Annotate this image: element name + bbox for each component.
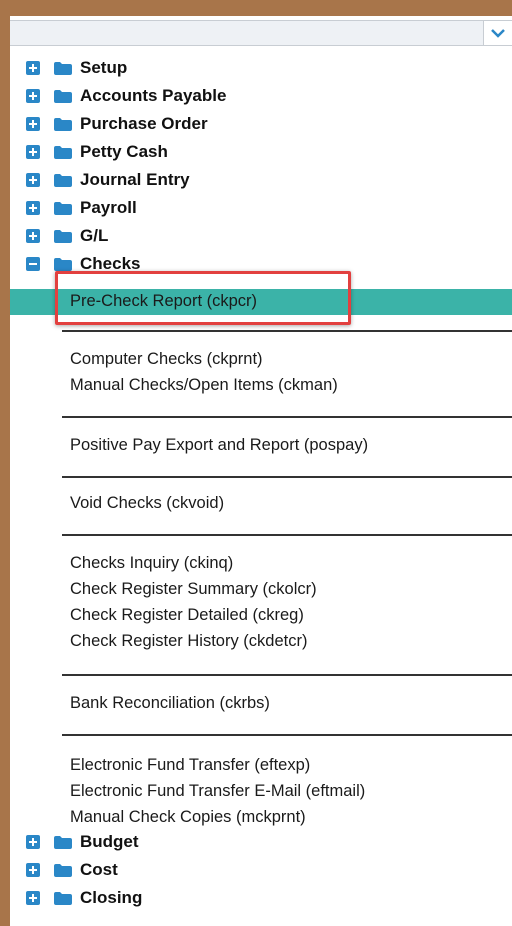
chevron-down-icon bbox=[491, 29, 505, 38]
expand-plus-icon[interactable] bbox=[26, 835, 40, 849]
highlight-annotation-box bbox=[55, 271, 351, 325]
tree-node-label: Purchase Order bbox=[80, 114, 208, 133]
expand-plus-icon[interactable] bbox=[26, 173, 40, 187]
tree-node-label: Payroll bbox=[80, 198, 137, 217]
tree-node-gl[interactable]: G/L bbox=[10, 224, 512, 248]
dropdown-toggle-button[interactable] bbox=[483, 21, 512, 45]
tree-node-petty-cash[interactable]: Petty Cash bbox=[10, 140, 512, 164]
menu-item-check-register-detailed[interactable]: Check Register Detailed (ckreg) bbox=[70, 606, 304, 625]
menu-item-positive-pay[interactable]: Positive Pay Export and Report (pospay) bbox=[70, 436, 368, 455]
expand-plus-icon[interactable] bbox=[26, 61, 40, 75]
separator bbox=[62, 330, 512, 332]
tree-node-purchase-order[interactable]: Purchase Order bbox=[10, 112, 512, 136]
tree-node-label: Cost bbox=[80, 860, 118, 879]
window-frame-left bbox=[0, 0, 10, 926]
tree-node-label: Setup bbox=[80, 58, 128, 77]
tree-node-label: Closing bbox=[80, 888, 143, 907]
menu-item-check-register-summary[interactable]: Check Register Summary (ckolcr) bbox=[70, 580, 317, 599]
menu-item-eft-email[interactable]: Electronic Fund Transfer E-Mail (eftmail… bbox=[70, 782, 365, 801]
separator bbox=[62, 674, 512, 676]
folder-icon bbox=[54, 146, 72, 164]
separator bbox=[62, 476, 512, 478]
tree-node-accounts-payable[interactable]: Accounts Payable bbox=[10, 84, 512, 108]
folder-icon bbox=[54, 62, 72, 80]
expand-plus-icon[interactable] bbox=[26, 145, 40, 159]
tree-node-payroll[interactable]: Payroll bbox=[10, 196, 512, 220]
tree-node-label: Petty Cash bbox=[80, 142, 168, 161]
menu-item-manual-check-copies[interactable]: Manual Check Copies (mckprnt) bbox=[70, 808, 306, 827]
separator bbox=[62, 734, 512, 736]
expand-plus-icon[interactable] bbox=[26, 891, 40, 905]
tree-node-label: Accounts Payable bbox=[80, 86, 227, 105]
folder-icon bbox=[54, 836, 72, 854]
tree-node-label: Budget bbox=[80, 832, 139, 851]
expand-plus-icon[interactable] bbox=[26, 201, 40, 215]
expand-plus-icon[interactable] bbox=[26, 89, 40, 103]
expand-plus-icon[interactable] bbox=[26, 863, 40, 877]
menu-item-check-register-history[interactable]: Check Register History (ckdetcr) bbox=[70, 632, 307, 651]
menu-item-bank-reconciliation[interactable]: Bank Reconciliation (ckrbs) bbox=[70, 694, 270, 713]
collapse-minus-icon[interactable] bbox=[26, 257, 40, 271]
folder-icon bbox=[54, 864, 72, 882]
folder-icon bbox=[54, 118, 72, 136]
tree-node-cost[interactable]: Cost bbox=[10, 858, 512, 882]
tree-node-closing[interactable]: Closing bbox=[10, 886, 512, 910]
menu-item-void-checks[interactable]: Void Checks (ckvoid) bbox=[70, 494, 224, 513]
expand-plus-icon[interactable] bbox=[26, 229, 40, 243]
menu-item-eft[interactable]: Electronic Fund Transfer (eftexp) bbox=[70, 756, 310, 775]
folder-icon bbox=[54, 174, 72, 192]
window-frame-top bbox=[0, 0, 512, 16]
tree-node-label: G/L bbox=[80, 226, 109, 245]
folder-icon bbox=[54, 90, 72, 108]
folder-icon bbox=[54, 202, 72, 220]
folder-icon bbox=[54, 892, 72, 910]
separator bbox=[62, 534, 512, 536]
folder-icon bbox=[54, 230, 72, 248]
tree-node-journal-entry[interactable]: Journal Entry bbox=[10, 168, 512, 192]
menu-item-checks-inquiry[interactable]: Checks Inquiry (ckinq) bbox=[70, 554, 233, 573]
menu-item-computer-checks[interactable]: Computer Checks (ckprnt) bbox=[70, 350, 263, 369]
expand-plus-icon[interactable] bbox=[26, 117, 40, 131]
menu-item-manual-checks[interactable]: Manual Checks/Open Items (ckman) bbox=[70, 376, 338, 395]
tree-node-setup[interactable]: Setup bbox=[10, 56, 512, 80]
separator bbox=[62, 416, 512, 418]
module-dropdown[interactable] bbox=[10, 20, 512, 46]
tree-node-budget[interactable]: Budget bbox=[10, 830, 512, 854]
tree-node-label: Journal Entry bbox=[80, 170, 190, 189]
